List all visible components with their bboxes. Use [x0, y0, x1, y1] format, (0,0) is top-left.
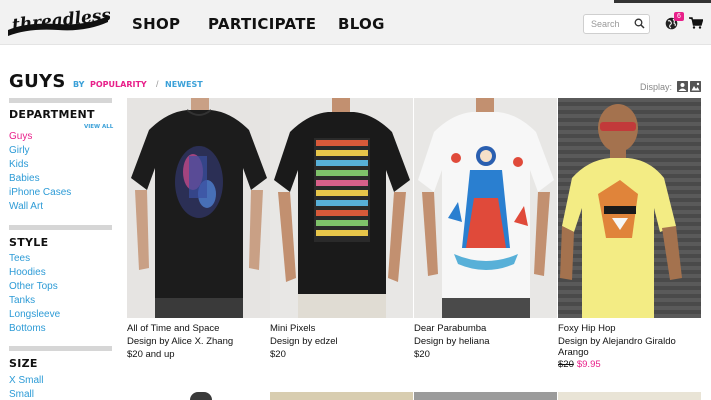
- style-item-hoodies[interactable]: Hoodies: [9, 267, 46, 278]
- next-row-product-image: [190, 392, 212, 400]
- product-name[interactable]: Mini Pixels: [270, 323, 315, 334]
- style-item-tanks[interactable]: Tanks: [9, 295, 35, 306]
- product-name[interactable]: All of Time and Space: [127, 323, 219, 334]
- view-all-link[interactable]: VIEW ALL: [84, 124, 113, 130]
- sort-newest[interactable]: NEWEST: [165, 80, 203, 89]
- nav-blog[interactable]: BLOG: [338, 15, 385, 33]
- style-item-longsleeve[interactable]: Longsleeve: [9, 309, 60, 320]
- site-header: threadless SHOP PARTICIPATE BLOG 6: [0, 0, 711, 45]
- department-item-girly[interactable]: Girly: [9, 145, 30, 156]
- department-item-guys[interactable]: Guys: [9, 131, 32, 142]
- department-item-babies[interactable]: Babies: [9, 173, 40, 184]
- search-box: [583, 14, 650, 34]
- style-item-tees[interactable]: Tees: [9, 253, 30, 264]
- notification-badge: 6: [674, 12, 684, 21]
- product-designer-line2[interactable]: Arango: [558, 347, 589, 358]
- product-name[interactable]: Dear Parabumba: [414, 323, 486, 334]
- department-heading: DEPARTMENT: [9, 108, 95, 121]
- style-heading: STYLE: [9, 236, 49, 249]
- product-image[interactable]: [414, 98, 557, 318]
- product-image[interactable]: [127, 98, 270, 318]
- svg-text:threadless: threadless: [11, 5, 110, 35]
- search-icon[interactable]: [634, 18, 645, 29]
- next-row-product-image: [270, 392, 413, 400]
- product-name[interactable]: Foxy Hip Hop: [558, 323, 616, 334]
- department-item-wall-art[interactable]: Wall Art: [9, 201, 43, 212]
- display-label: Display:: [640, 82, 673, 92]
- style-divider: [9, 225, 112, 230]
- nav-participate[interactable]: PARTICIPATE: [208, 15, 316, 33]
- sort-popularity[interactable]: POPULARITY: [90, 80, 147, 89]
- original-price: $20: [558, 359, 574, 370]
- product-price: $20: [270, 349, 286, 360]
- display-artwork-icon[interactable]: [690, 81, 701, 92]
- department-item-kids[interactable]: Kids: [9, 159, 28, 170]
- product-price: $20: [414, 349, 430, 360]
- threadless-logo[interactable]: threadless: [6, 4, 110, 40]
- nav-shop[interactable]: SHOP: [132, 15, 180, 33]
- product-image[interactable]: [270, 98, 413, 318]
- size-item-small[interactable]: Small: [9, 389, 34, 400]
- search-input[interactable]: [584, 15, 634, 33]
- page-title: GUYS: [9, 71, 66, 92]
- product-designer[interactable]: Design by Alice X. Zhang: [127, 336, 233, 347]
- product-image[interactable]: [558, 98, 701, 318]
- department-divider: [9, 98, 112, 103]
- product-designer[interactable]: Design by heliana: [414, 336, 490, 347]
- size-divider: [9, 346, 112, 351]
- department-item-iphone-cases[interactable]: iPhone Cases: [9, 187, 71, 198]
- product-price: $20 $9.95: [558, 359, 601, 370]
- sort-prefix: BY: [73, 80, 85, 89]
- sort-separator: /: [156, 79, 159, 89]
- display-model-icon[interactable]: [677, 81, 688, 92]
- next-row-product-image: [558, 392, 701, 400]
- size-heading: SIZE: [9, 357, 38, 370]
- product-designer[interactable]: Design by Alejandro Giraldo: [558, 336, 676, 347]
- size-item-x-small[interactable]: X Small: [9, 375, 43, 386]
- top-account-bar: [614, 0, 711, 3]
- next-row-product-image: [414, 392, 557, 400]
- cart-icon[interactable]: [689, 17, 703, 29]
- style-item-bottoms[interactable]: Bottoms: [9, 323, 46, 334]
- style-item-other-tops[interactable]: Other Tops: [9, 281, 58, 292]
- product-designer[interactable]: Design by edzel: [270, 336, 338, 347]
- product-price: $20 and up: [127, 349, 175, 360]
- sale-price: $9.95: [576, 359, 601, 370]
